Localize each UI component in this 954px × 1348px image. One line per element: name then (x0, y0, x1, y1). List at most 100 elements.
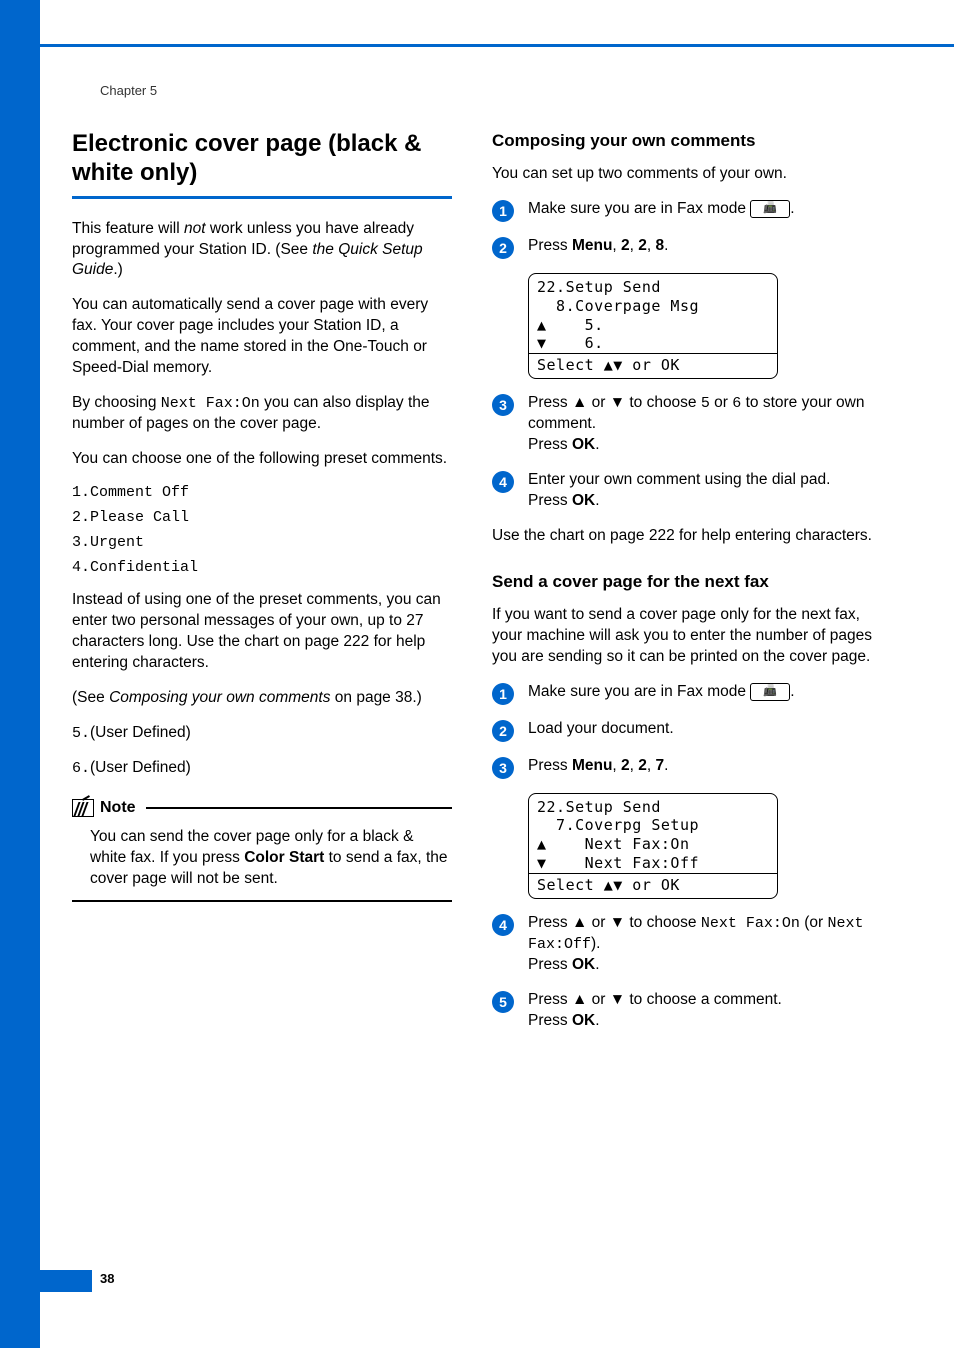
paragraph: (See Composing your own comments on page… (72, 688, 452, 709)
text: , (630, 757, 639, 774)
text: . (790, 200, 794, 217)
step-body: Make sure you are in Fax mode . (528, 199, 872, 220)
text-bold: 2 (638, 237, 647, 254)
text-bold: 2 (638, 757, 647, 774)
down-arrow-icon: ▼ (610, 991, 625, 1008)
section-title: Electronic cover page (black & white onl… (72, 130, 452, 188)
paragraph: You can automatically send a cover page … (72, 295, 452, 379)
step-number-3: 3 (492, 394, 514, 416)
step-number-2: 2 (492, 237, 514, 259)
blue-footer-tab (0, 1270, 92, 1292)
step: 1 Make sure you are in Fax mode . (492, 199, 872, 222)
text: . (664, 757, 668, 774)
text-bold: 7 (656, 757, 665, 774)
text: . (595, 492, 599, 509)
text: or (710, 394, 732, 411)
lcd-line: ▼ Next Fax:Off (537, 854, 769, 873)
text: or (587, 914, 609, 931)
text: This feature will (72, 220, 184, 237)
text: (User Defined) (90, 759, 191, 776)
lcd-line: ▲ 5. (537, 316, 769, 335)
text: , (647, 757, 656, 774)
fax-mode-icon (750, 683, 790, 701)
text: to choose (625, 394, 701, 411)
text-bold: OK (572, 436, 595, 453)
step-number-3: 3 (492, 757, 514, 779)
text: Press (528, 991, 572, 1008)
down-arrow-icon: ▼ (610, 394, 625, 411)
text: , (612, 757, 621, 774)
lcd-line: 8.Coverpage Msg (537, 297, 769, 316)
text: , (630, 237, 639, 254)
text: Press (528, 757, 572, 774)
text-mono: Next Fax:On (161, 395, 260, 412)
user-defined-line: 6.(User Defined) (72, 758, 452, 779)
step-body: Press Menu, 2, 2, 8. (528, 236, 872, 257)
text: on page 38.) (330, 689, 421, 706)
step: 5 Press ▲ or ▼ to choose a comment. Pres… (492, 990, 872, 1032)
text: Press (528, 956, 572, 973)
step-body: Press ▲ or ▼ to choose Next Fax:On (or N… (528, 913, 872, 976)
up-arrow-icon: ▲ (572, 394, 587, 411)
title-rule (72, 196, 452, 199)
paragraph: By choosing Next Fax:On you can also dis… (72, 393, 452, 435)
page-number: 38 (100, 1271, 114, 1286)
text: (See (72, 689, 109, 706)
lcd-bottom: Select ▲▼ or OK (537, 354, 769, 374)
step-body: Press ▲ or ▼ to choose a comment. Press … (528, 990, 872, 1032)
chapter-label: Chapter 5 (100, 83, 157, 98)
step: 2 Press Menu, 2, 2, 8. (492, 236, 872, 259)
text: Press (528, 436, 572, 453)
text-bold: OK (572, 1012, 595, 1029)
text: . (664, 237, 668, 254)
note-icon (72, 799, 94, 817)
text-bold: OK (572, 956, 595, 973)
step-number-4: 4 (492, 914, 514, 936)
text-mono: Next Fax:On (701, 915, 800, 932)
lcd-display: 22.Setup Send 7.Coverpg Setup ▲ Next Fax… (528, 793, 778, 899)
left-column: Electronic cover page (black & white onl… (72, 130, 452, 1046)
text: or (587, 991, 609, 1008)
paragraph: If you want to send a cover page only fo… (492, 605, 872, 668)
text-bold: Menu (572, 757, 612, 774)
step-number-1: 1 (492, 200, 514, 222)
text: ). (591, 935, 600, 952)
text-bold: OK (572, 492, 595, 509)
lcd-bottom: Select ▲▼ or OK (537, 874, 769, 894)
text: By choosing (72, 394, 161, 411)
down-arrow-icon: ▼ (610, 914, 625, 931)
up-arrow-icon: ▲ (572, 991, 587, 1008)
text-italic: Composing your own comments (109, 689, 330, 706)
note-end-rule (72, 900, 452, 902)
lcd-line: 7.Coverpg Setup (537, 816, 769, 835)
text: . (790, 683, 794, 700)
page: Chapter 5 Electronic cover page (black &… (0, 0, 954, 1348)
paragraph: You can set up two comments of your own. (492, 164, 872, 185)
step: 4 Press ▲ or ▼ to choose Next Fax:On (or… (492, 913, 872, 976)
lcd-line: ▼ 6. (537, 334, 769, 353)
right-column: Composing your own comments You can set … (492, 130, 872, 1046)
note-title: Note (100, 799, 136, 817)
paragraph: This feature will not work unless you ha… (72, 219, 452, 282)
text-italic: not (184, 220, 206, 237)
paragraph: Instead of using one of the preset comme… (72, 590, 452, 674)
preset-item: 1.Comment Off (72, 484, 452, 501)
text: , (647, 237, 656, 254)
text: Press (528, 237, 572, 254)
user-defined-line: 5.(User Defined) (72, 723, 452, 744)
text: or (587, 394, 609, 411)
paragraph: You can choose one of the following pres… (72, 449, 452, 470)
lcd-line: 22.Setup Send (537, 798, 769, 817)
lcd-line: ▲ Next Fax:On (537, 835, 769, 854)
preset-item: 3.Urgent (72, 534, 452, 551)
step-number-5: 5 (492, 991, 514, 1013)
paragraph: Use the chart on page 222 for help enter… (492, 526, 872, 547)
text: , (612, 237, 621, 254)
text-mono: 5 (701, 395, 710, 412)
text-bold: 2 (621, 757, 630, 774)
step: 1 Make sure you are in Fax mode . (492, 682, 872, 705)
preset-item: 4.Confidential (72, 559, 452, 576)
subsection-title: Composing your own comments (492, 130, 872, 152)
blue-top-rule (40, 44, 954, 47)
note-body: You can send the cover page only for a b… (72, 817, 452, 900)
